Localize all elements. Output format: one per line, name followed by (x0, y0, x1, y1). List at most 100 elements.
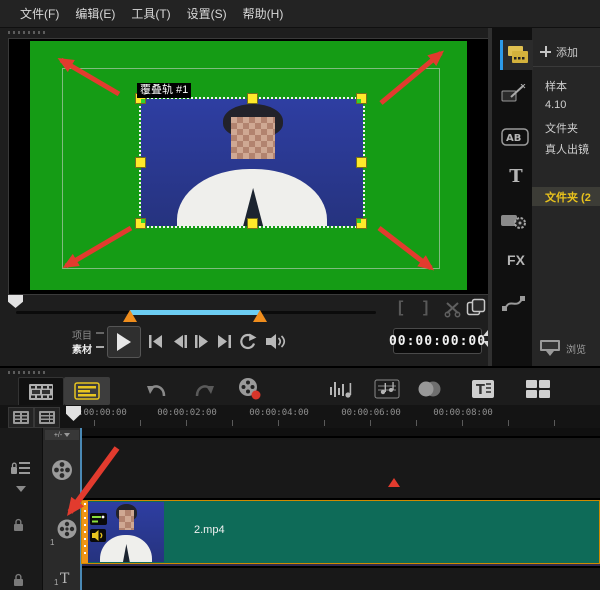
title-track-icon[interactable]: T (60, 571, 69, 587)
timeline-ruler[interactable]: 00:00:00:00 00:00:02:00 00:00:04:00 00:0… (0, 405, 600, 428)
transition-icon[interactable]: AB (501, 128, 531, 146)
volume-icon[interactable] (264, 332, 288, 351)
show-all-tracks-button[interactable] (8, 407, 34, 428)
scrubber-playhead[interactable] (8, 295, 23, 308)
graphics-icon[interactable] (501, 210, 531, 230)
mode-clip-label[interactable]: 素材 (72, 341, 92, 356)
title-category-icon[interactable]: T (501, 166, 531, 187)
mode-tick (96, 346, 104, 348)
timeline-playhead-marker[interactable] (66, 406, 81, 421)
overlay-track-number: 1 (50, 538, 54, 547)
track-header-column: +/- 1 T 1 (42, 428, 82, 590)
add-icon (540, 46, 551, 57)
library-item-410[interactable]: 4.10 (545, 99, 566, 111)
tracks-icon (13, 411, 29, 424)
sound-mixer-icon[interactable] (328, 379, 354, 400)
overlay-track-label: 覆叠轨 #1 (137, 83, 191, 98)
svg-text:AB: AB (506, 133, 521, 144)
overlay-track-lock-icon[interactable] (12, 518, 25, 532)
menu-settings[interactable]: 设置(S) (187, 5, 227, 22)
mode-tick (96, 332, 104, 334)
chevron-down-icon (64, 433, 70, 437)
track-options-strip (0, 428, 42, 590)
undo-icon[interactable] (146, 380, 168, 400)
library-content-panel: 添加 样本 4.10 文件夹 真人出镜 文件夹 (2 (532, 28, 600, 368)
menu-file[interactable]: 文件(F) (20, 5, 59, 22)
menu-help[interactable]: 帮助(H) (243, 5, 284, 22)
clip-filename: 2.mp4 (194, 524, 225, 536)
overlay-clip-selection[interactable] (139, 97, 365, 228)
person-blurred-face (231, 117, 275, 159)
audio-badge (90, 529, 106, 542)
menu-edit[interactable]: 编辑(E) (75, 5, 115, 22)
go-to-end-icon[interactable] (214, 333, 234, 351)
split-clip-icon[interactable] (444, 301, 462, 318)
title-track-number: 1 (54, 578, 58, 587)
filter-fx-icon[interactable]: FX (501, 252, 531, 268)
video-track-content[interactable] (80, 438, 600, 498)
resize-handle-middle-right[interactable] (356, 157, 367, 168)
library-item-label: 文件夹 (2 (545, 189, 591, 205)
ruler-tick-8s: 00:00:08:00 (433, 408, 493, 418)
split-screen-template-icon[interactable] (525, 379, 551, 399)
track-manager-icon[interactable] (10, 460, 31, 477)
ruler-tick-4s: 00:00:04:00 (249, 408, 309, 418)
record-capture-icon[interactable] (237, 377, 263, 401)
library-item-folder-2-selected[interactable]: 文件夹 (2 (532, 187, 600, 206)
title-track-lock-icon[interactable] (12, 573, 25, 587)
subtitle-editor-icon[interactable]: T (471, 379, 495, 399)
menu-tools[interactable]: 工具(T) (131, 5, 170, 22)
track-list-button[interactable] (34, 407, 60, 428)
redo-icon[interactable] (193, 380, 215, 400)
svg-text:T: T (476, 383, 485, 398)
panel-grip-dots (8, 31, 46, 34)
browse-label: 浏览 (566, 341, 586, 356)
add-row[interactable]: 添加 (532, 38, 600, 67)
timeline-clip-2mp4[interactable]: 2.mp4 (81, 500, 600, 564)
library-item-real-person[interactable]: 真人出镜 (545, 141, 589, 157)
add-label: 添加 (556, 44, 578, 60)
clip-underline (80, 564, 600, 566)
row-separator (0, 436, 600, 438)
row-separator (0, 566, 600, 568)
library-category-strip (492, 28, 532, 368)
browse-button[interactable]: 浏览 (540, 338, 600, 358)
timeline-view-icon (74, 382, 100, 400)
repeat-icon[interactable] (237, 332, 257, 351)
timeline-toolbar: T (0, 366, 600, 407)
media-library-icon[interactable] (505, 44, 531, 66)
resize-handle-bottom-center[interactable] (247, 218, 258, 229)
mark-in-button[interactable]: [ (398, 299, 403, 317)
overlay-track-icon[interactable] (56, 518, 78, 540)
trim-handle-end[interactable] (253, 310, 267, 322)
motion-blur-icon[interactable] (416, 380, 444, 399)
timeline-view-button[interactable] (64, 377, 110, 405)
menu-bar: 文件(F) 编辑(E) 工具(T) 设置(S) 帮助(H) (0, 0, 600, 28)
next-frame-icon[interactable] (192, 333, 212, 351)
video-track-icon[interactable] (50, 458, 74, 482)
collapse-tracks-icon[interactable] (16, 486, 26, 492)
auto-music-icon[interactable] (374, 378, 400, 400)
add-remove-track-button[interactable]: +/- (45, 430, 79, 440)
play-button[interactable] (107, 326, 141, 358)
resize-handle-top-center[interactable] (247, 93, 258, 104)
resize-handle-top-right[interactable] (356, 93, 367, 104)
title-track-content[interactable] (80, 568, 600, 590)
resize-handle-bottom-right[interactable] (356, 218, 367, 229)
previous-frame-icon[interactable] (170, 333, 190, 351)
library-item-folder[interactable]: 文件夹 (545, 120, 578, 136)
library-item-sample[interactable]: 样本 (545, 78, 567, 94)
resize-handle-bottom-left[interactable] (135, 218, 146, 229)
enlarge-preview-icon[interactable] (466, 298, 486, 316)
timecode-display[interactable]: 00:00:00:00 (393, 328, 482, 354)
storyboard-view-button[interactable] (18, 377, 64, 407)
motion-path-icon[interactable] (501, 292, 531, 314)
trim-range-bar[interactable] (130, 310, 260, 315)
trim-handle-start[interactable] (123, 310, 137, 322)
mark-out-button[interactable]: ] (423, 299, 428, 317)
go-to-start-icon[interactable] (146, 333, 166, 351)
mode-project-label[interactable]: 项目 (72, 327, 92, 342)
resize-handle-middle-left[interactable] (135, 157, 146, 168)
timeline-tracks-area: +/- 1 T 1 (0, 428, 600, 590)
instant-project-icon[interactable] (501, 84, 531, 104)
